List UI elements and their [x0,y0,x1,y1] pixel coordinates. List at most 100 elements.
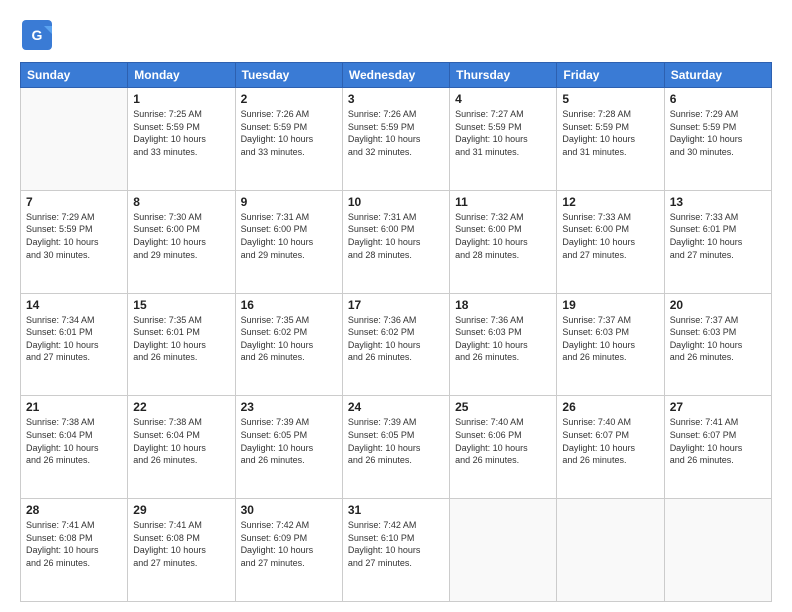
day-number: 17 [348,298,444,312]
weekday-header-tuesday: Tuesday [235,63,342,88]
calendar-cell [557,499,664,602]
calendar-cell: 17 Sunrise: 7:36 AM Sunset: 6:02 PM Dayli… [342,293,449,396]
calendar-cell: 30 Sunrise: 7:42 AM Sunset: 6:09 PM Dayli… [235,499,342,602]
day-number: 28 [26,503,122,517]
day-number: 15 [133,298,229,312]
calendar-cell: 29 Sunrise: 7:41 AM Sunset: 6:08 PM Dayli… [128,499,235,602]
day-info: Sunrise: 7:36 AM Sunset: 6:02 PM Dayligh… [348,314,444,364]
calendar-cell: 18Sunrise: 7:36 AM Sunset: 6:03 PM Dayli… [450,293,557,396]
weekday-header-thursday: Thursday [450,63,557,88]
calendar-week-row: 7 Sunrise: 7:29 AM Sunset: 5:59 PM Daylig… [21,190,772,293]
calendar-cell: 1 Sunrise: 7:25 AM Sunset: 5:59 PM Daylig… [128,88,235,191]
day-number: 3 [348,92,444,106]
day-info: Sunrise: 7:41 AM Sunset: 6:07 PM Dayligh… [670,416,766,466]
calendar-cell: 19Sunrise: 7:37 AM Sunset: 6:03 PM Dayli… [557,293,664,396]
day-info: Sunrise: 7:35 AM Sunset: 6:01 PM Dayligh… [133,314,229,364]
calendar-cell: 3 Sunrise: 7:26 AM Sunset: 5:59 PM Daylig… [342,88,449,191]
day-info: Sunrise: 7:28 AM Sunset: 5:59 PM Dayligh… [562,108,658,158]
day-info: Sunrise: 7:32 AM Sunset: 6:00 PM Dayligh… [455,211,551,261]
day-info: Sunrise: 7:41 AM Sunset: 6:08 PM Dayligh… [133,519,229,569]
weekday-header-monday: Monday [128,63,235,88]
day-number: 6 [670,92,766,106]
day-info: Sunrise: 7:42 AM Sunset: 6:09 PM Dayligh… [241,519,337,569]
day-number: 9 [241,195,337,209]
day-number: 1 [133,92,229,106]
header: G [20,18,772,52]
svg-text:G: G [32,27,43,43]
day-number: 2 [241,92,337,106]
weekday-header-saturday: Saturday [664,63,771,88]
calendar-cell: 7 Sunrise: 7:29 AM Sunset: 5:59 PM Daylig… [21,190,128,293]
calendar-cell: 23 Sunrise: 7:39 AM Sunset: 6:05 PM Dayli… [235,396,342,499]
day-number: 21 [26,400,122,414]
calendar-cell: 25Sunrise: 7:40 AM Sunset: 6:06 PM Dayli… [450,396,557,499]
day-number: 29 [133,503,229,517]
day-number: 11 [455,195,551,209]
day-info: Sunrise: 7:27 AM Sunset: 5:59 PM Dayligh… [455,108,551,158]
day-info: Sunrise: 7:41 AM Sunset: 6:08 PM Dayligh… [26,519,122,569]
calendar-cell: 4 Sunrise: 7:27 AM Sunset: 5:59 PM Daylig… [450,88,557,191]
calendar-cell: 12Sunrise: 7:33 AM Sunset: 6:00 PM Dayli… [557,190,664,293]
day-info: Sunrise: 7:40 AM Sunset: 6:07 PM Dayligh… [562,416,658,466]
day-number: 24 [348,400,444,414]
calendar-cell: 20Sunrise: 7:37 AM Sunset: 6:03 PM Dayli… [664,293,771,396]
day-info: Sunrise: 7:35 AM Sunset: 6:02 PM Dayligh… [241,314,337,364]
day-number: 10 [348,195,444,209]
calendar-cell: 2Sunrise: 7:26 AM Sunset: 5:59 PM Daylig… [235,88,342,191]
calendar-cell: 24 Sunrise: 7:39 AM Sunset: 6:05 PM Dayli… [342,396,449,499]
weekday-header-row: SundayMondayTuesdayWednesdayThursdayFrid… [21,63,772,88]
day-info: Sunrise: 7:37 AM Sunset: 6:03 PM Dayligh… [670,314,766,364]
day-info: Sunrise: 7:31 AM Sunset: 6:00 PM Dayligh… [241,211,337,261]
day-info: Sunrise: 7:42 AM Sunset: 6:10 PM Dayligh… [348,519,444,569]
weekday-header-friday: Friday [557,63,664,88]
weekday-header-wednesday: Wednesday [342,63,449,88]
calendar-cell: 27Sunrise: 7:41 AM Sunset: 6:07 PM Dayli… [664,396,771,499]
calendar-cell: 28 Sunrise: 7:41 AM Sunset: 6:08 PM Dayli… [21,499,128,602]
day-number: 22 [133,400,229,414]
calendar-cell [21,88,128,191]
page: G SundayMondayTuesdayWednesdayThursdayFr… [0,0,792,612]
day-number: 31 [348,503,444,517]
calendar-cell: 21 Sunrise: 7:38 AM Sunset: 6:04 PM Dayli… [21,396,128,499]
calendar-cell: 10 Sunrise: 7:31 AM Sunset: 6:00 PM Dayli… [342,190,449,293]
calendar-week-row: 21 Sunrise: 7:38 AM Sunset: 6:04 PM Dayli… [21,396,772,499]
calendar-cell: 31 Sunrise: 7:42 AM Sunset: 6:10 PM Dayli… [342,499,449,602]
day-number: 13 [670,195,766,209]
day-number: 16 [241,298,337,312]
day-number: 30 [241,503,337,517]
day-number: 7 [26,195,122,209]
day-info: Sunrise: 7:38 AM Sunset: 6:04 PM Dayligh… [133,416,229,466]
day-number: 8 [133,195,229,209]
day-number: 19 [562,298,658,312]
day-number: 25 [455,400,551,414]
calendar-cell: 11 Sunrise: 7:32 AM Sunset: 6:00 PM Dayli… [450,190,557,293]
day-info: Sunrise: 7:31 AM Sunset: 6:00 PM Dayligh… [348,211,444,261]
day-number: 26 [562,400,658,414]
calendar-cell: 8Sunrise: 7:30 AM Sunset: 6:00 PM Daylig… [128,190,235,293]
day-info: Sunrise: 7:39 AM Sunset: 6:05 PM Dayligh… [241,416,337,466]
day-number: 5 [562,92,658,106]
day-number: 4 [455,92,551,106]
day-info: Sunrise: 7:29 AM Sunset: 5:59 PM Dayligh… [670,108,766,158]
day-info: Sunrise: 7:39 AM Sunset: 6:05 PM Dayligh… [348,416,444,466]
day-info: Sunrise: 7:26 AM Sunset: 5:59 PM Dayligh… [348,108,444,158]
calendar-week-row: 1 Sunrise: 7:25 AM Sunset: 5:59 PM Daylig… [21,88,772,191]
calendar-cell [664,499,771,602]
day-info: Sunrise: 7:29 AM Sunset: 5:59 PM Dayligh… [26,211,122,261]
day-number: 14 [26,298,122,312]
calendar-cell: 5 Sunrise: 7:28 AM Sunset: 5:59 PM Daylig… [557,88,664,191]
calendar-cell: 16 Sunrise: 7:35 AM Sunset: 6:02 PM Dayli… [235,293,342,396]
calendar-cell: 22 Sunrise: 7:38 AM Sunset: 6:04 PM Dayli… [128,396,235,499]
day-info: Sunrise: 7:25 AM Sunset: 5:59 PM Dayligh… [133,108,229,158]
calendar-cell: 14Sunrise: 7:34 AM Sunset: 6:01 PM Dayli… [21,293,128,396]
day-number: 12 [562,195,658,209]
calendar-cell: 6 Sunrise: 7:29 AM Sunset: 5:59 PM Daylig… [664,88,771,191]
calendar-week-row: 14Sunrise: 7:34 AM Sunset: 6:01 PM Dayli… [21,293,772,396]
day-info: Sunrise: 7:38 AM Sunset: 6:04 PM Dayligh… [26,416,122,466]
logo: G [20,18,54,52]
calendar-cell: 9 Sunrise: 7:31 AM Sunset: 6:00 PM Daylig… [235,190,342,293]
day-number: 23 [241,400,337,414]
logo-icon: G [20,18,54,52]
calendar-cell: 15 Sunrise: 7:35 AM Sunset: 6:01 PM Dayli… [128,293,235,396]
calendar-cell: 26 Sunrise: 7:40 AM Sunset: 6:07 PM Dayli… [557,396,664,499]
